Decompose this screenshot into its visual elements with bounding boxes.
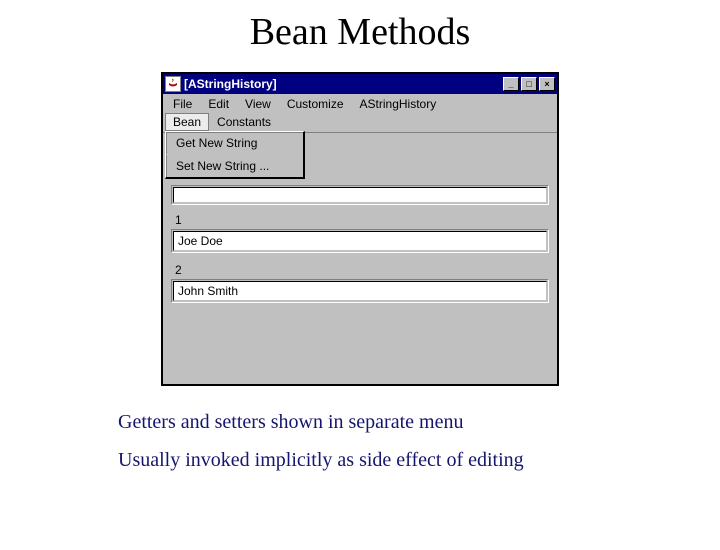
menu-file[interactable]: File bbox=[165, 95, 200, 113]
window-controls: _ □ × bbox=[501, 77, 555, 91]
menu-item-get-new-string[interactable]: Get New String bbox=[166, 132, 303, 154]
field-group-hidden bbox=[171, 185, 549, 205]
menu-view[interactable]: View bbox=[237, 95, 279, 113]
titlebar[interactable]: [AStringHistory] _ □ × bbox=[163, 74, 557, 94]
minimize-button[interactable]: _ bbox=[503, 77, 519, 91]
window-title: [AStringHistory] bbox=[184, 77, 501, 91]
close-button[interactable]: × bbox=[539, 77, 555, 91]
bean-dropdown: Get New String Set New String ... bbox=[165, 131, 305, 179]
field-group-1: 1 bbox=[171, 213, 549, 253]
app-window: [AStringHistory] _ □ × File Edit View Cu… bbox=[161, 72, 559, 386]
maximize-icon: □ bbox=[526, 79, 531, 89]
field-label-2: 2 bbox=[175, 263, 549, 277]
caption-2: Usually invoked implicitly as side effec… bbox=[118, 442, 720, 478]
menu-item-set-new-string[interactable]: Set New String ... bbox=[166, 154, 303, 177]
client-area: Get New String Set New String ... 1 2 bbox=[163, 132, 557, 384]
minimize-icon: _ bbox=[508, 79, 513, 89]
menu-edit[interactable]: Edit bbox=[200, 95, 237, 113]
caption-1: Getters and setters shown in separate me… bbox=[118, 404, 720, 440]
field-input-1[interactable] bbox=[173, 231, 547, 251]
menu-constants[interactable]: Constants bbox=[209, 113, 279, 131]
field-input-2[interactable] bbox=[173, 281, 547, 301]
menu-astringhistory[interactable]: AStringHistory bbox=[352, 95, 445, 113]
menubar: File Edit View Customize AStringHistory … bbox=[163, 94, 557, 132]
slide-title: Bean Methods bbox=[0, 10, 720, 54]
java-cup-icon bbox=[165, 76, 181, 92]
menu-bean[interactable]: Bean bbox=[165, 113, 209, 131]
field-group-2: 2 bbox=[171, 263, 549, 303]
maximize-button[interactable]: □ bbox=[521, 77, 537, 91]
field-label-1: 1 bbox=[175, 213, 549, 227]
field-hidden-input[interactable] bbox=[173, 187, 547, 203]
menu-customize[interactable]: Customize bbox=[279, 95, 352, 113]
close-icon: × bbox=[544, 79, 549, 89]
